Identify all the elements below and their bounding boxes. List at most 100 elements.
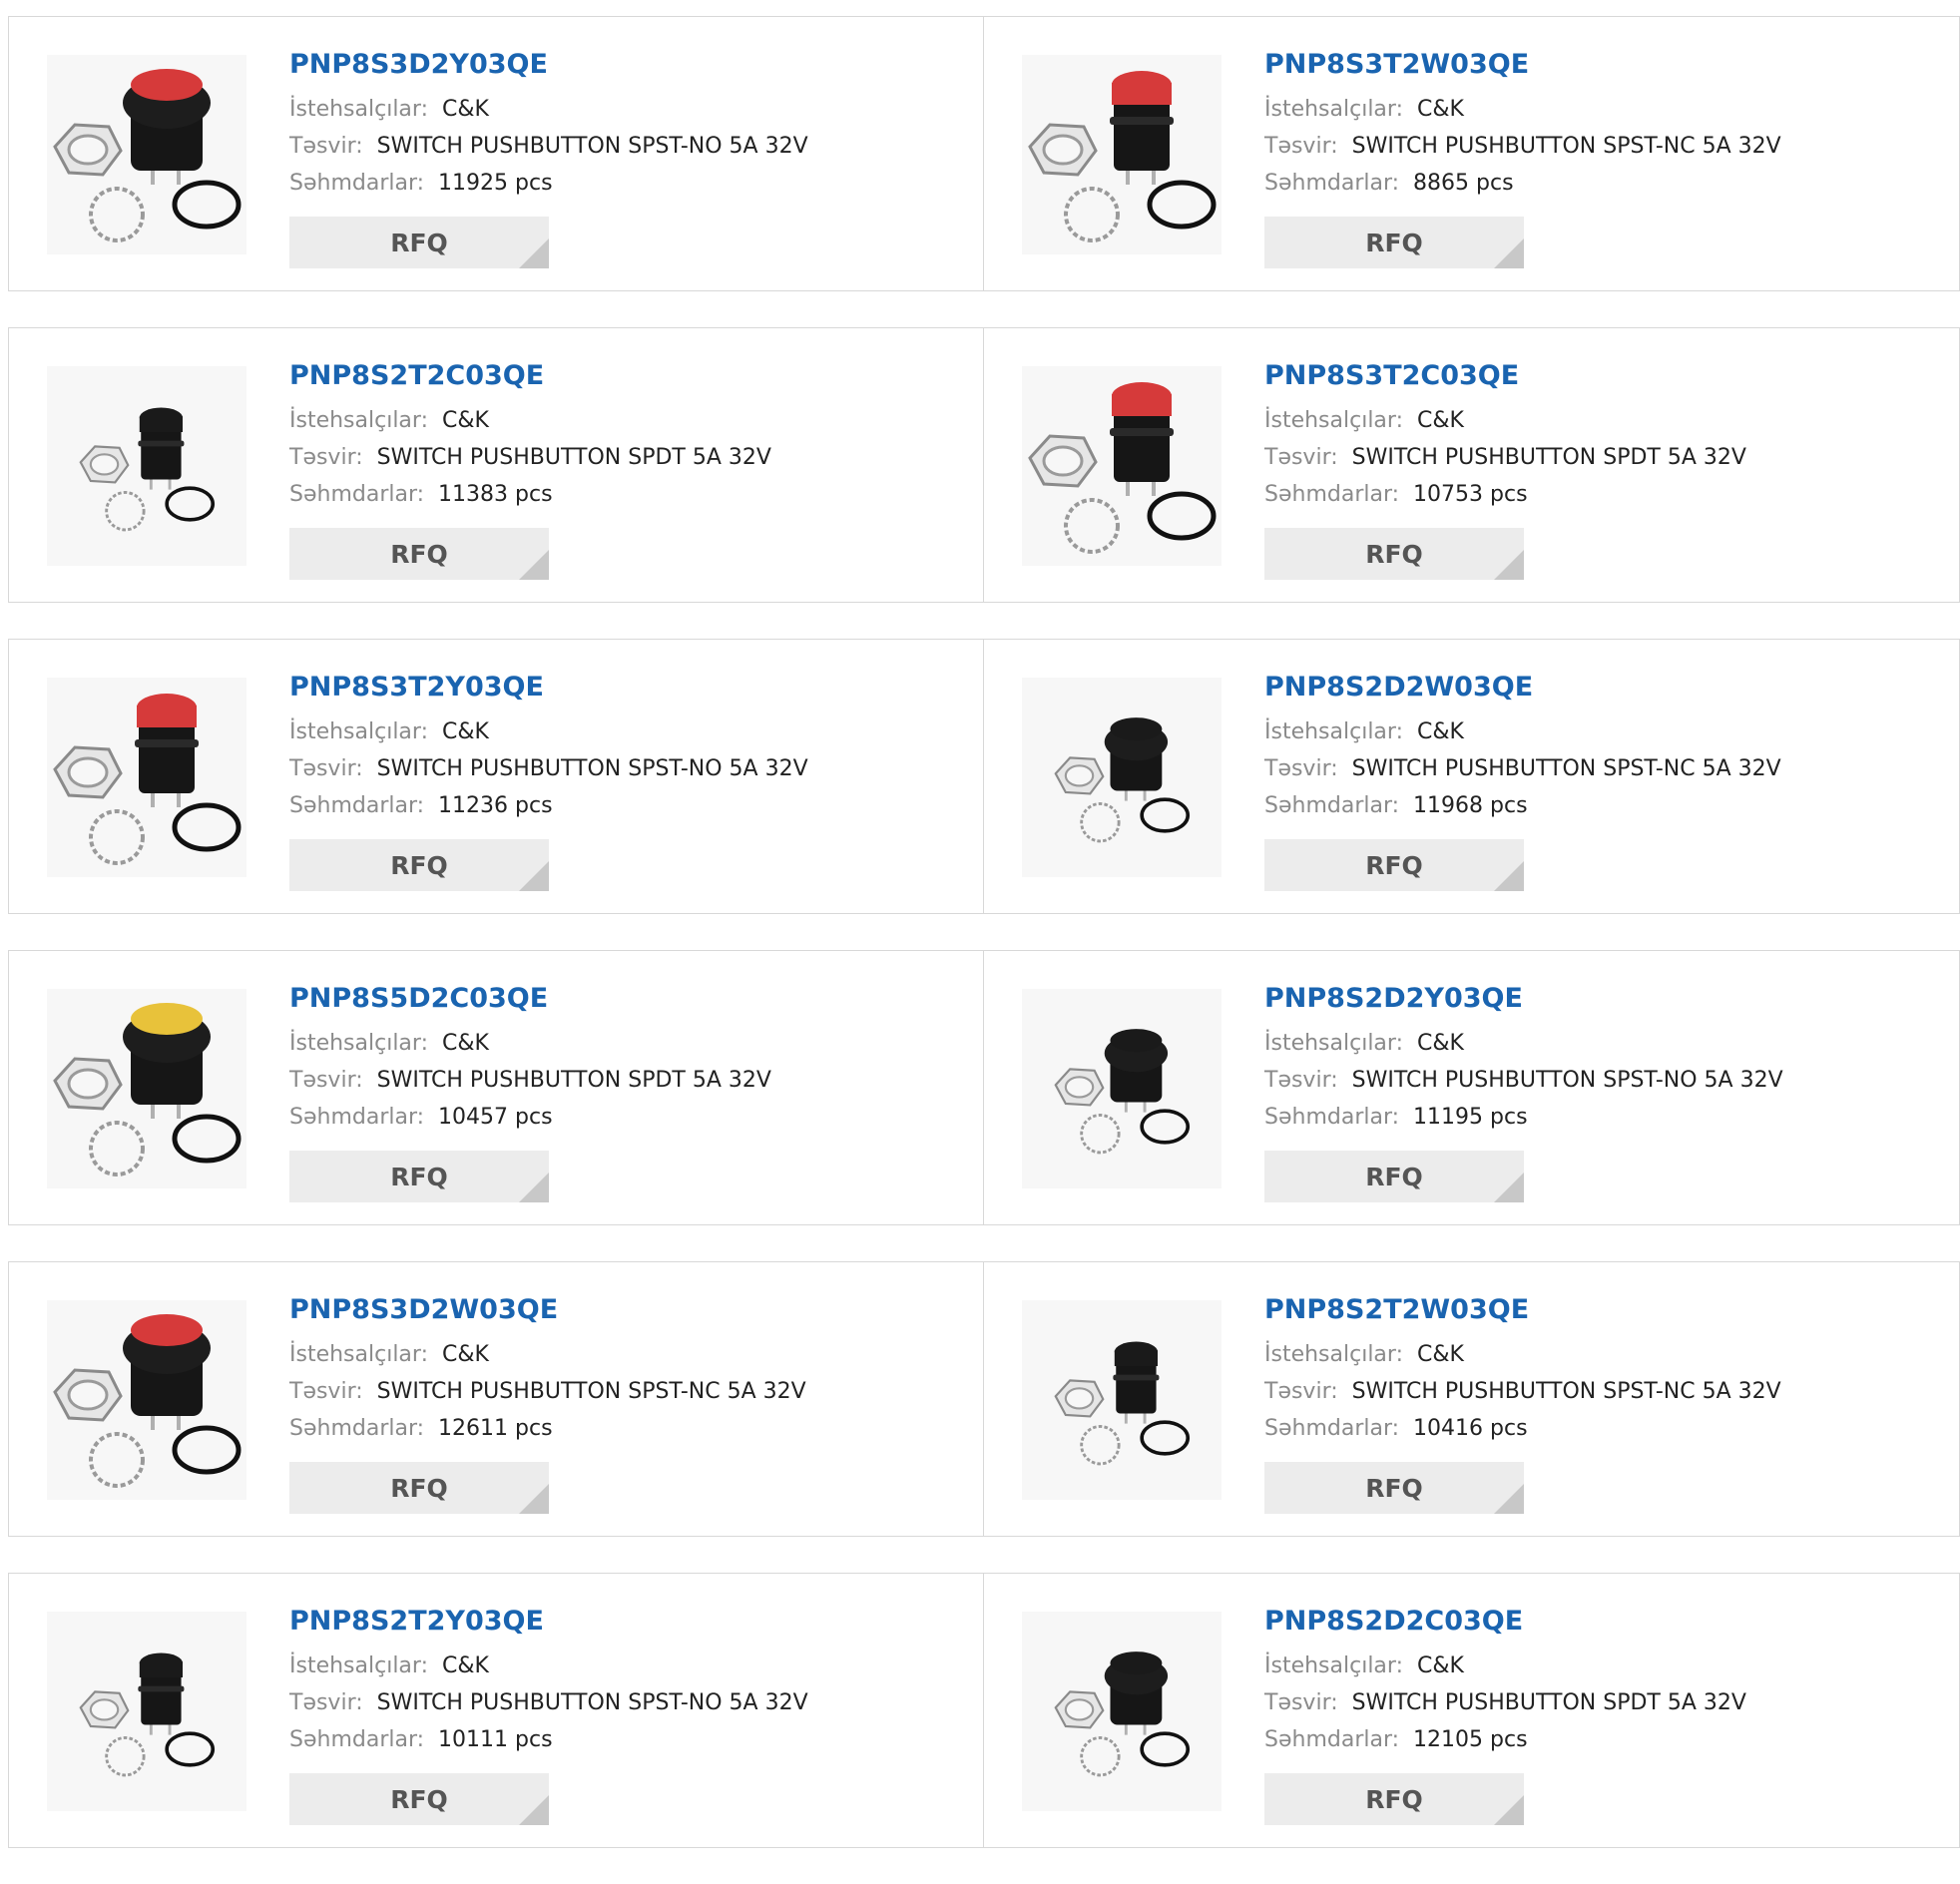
part-number-link[interactable]: PNP8S3D2W03QE	[289, 1292, 558, 1328]
product-card: PNP8S3T2W03QE İstehsalçılar: C&K Təsvir: S…	[984, 16, 1960, 291]
description-row: Təsvir: SWITCH PUSHBUTTON SPST-NC 5A 32V	[289, 1373, 973, 1410]
description-row: Təsvir: SWITCH PUSHBUTTON SPDT 5A 32V	[289, 1062, 973, 1099]
manufacturer-row: İstehsalçılar: C&K	[1264, 1336, 1949, 1373]
stock-row: Səhmdarlar: 10111 pcs	[289, 1721, 973, 1758]
rfq-button[interactable]: RFQ	[289, 1773, 549, 1825]
description-row: Təsvir: SWITCH PUSHBUTTON SPST-NO 5A 32V	[289, 750, 973, 787]
product-image[interactable]	[47, 55, 246, 254]
product-row: PNP8S2T2C03QE İstehsalçılar: C&K Təsvir: S…	[8, 327, 1960, 603]
stock-label: Səhmdarlar:	[289, 1416, 425, 1441]
part-number-link[interactable]: PNP8S2D2W03QE	[1264, 670, 1533, 706]
pushbutton-switch-icon	[1028, 71, 1217, 242]
description-row: Təsvir: SWITCH PUSHBUTTON SPST-NO 5A 32V	[1264, 1062, 1949, 1099]
pushbutton-switch-icon	[1054, 717, 1191, 843]
stock-value: 11925 pcs	[438, 171, 553, 196]
product-info: PNP8S3D2W03QE İstehsalçılar: C&K Təsvir: S…	[289, 1292, 973, 1447]
product-card: PNP8S3D2W03QE İstehsalçılar: C&K Təsvir: S…	[8, 1261, 984, 1537]
manufacturer-row: İstehsalçılar: C&K	[1264, 713, 1949, 750]
pushbutton-switch-icon	[53, 694, 242, 865]
product-card: PNP8S2T2W03QE İstehsalçılar: C&K Təsvir: S…	[984, 1261, 1960, 1537]
product-info: PNP8S2D2C03QE İstehsalçılar: C&K Təsvir: S…	[1264, 1604, 1949, 1758]
description-label: Təsvir:	[289, 445, 363, 470]
product-image[interactable]	[47, 678, 246, 877]
pushbutton-switch-icon	[53, 1003, 242, 1177]
rfq-button[interactable]: RFQ	[289, 217, 549, 268]
stock-value: 11968 pcs	[1413, 793, 1528, 818]
stock-label: Səhmdarlar:	[1264, 171, 1400, 196]
product-card: PNP8S2D2C03QE İstehsalçılar: C&K Təsvir: S…	[984, 1573, 1960, 1848]
manufacturer-row: İstehsalçılar: C&K	[1264, 1025, 1949, 1062]
stock-label: Səhmdarlar:	[289, 482, 425, 507]
product-image[interactable]	[1022, 366, 1222, 566]
part-number-link[interactable]: PNP8S2D2Y03QE	[1264, 981, 1523, 1017]
manufacturer-label: İstehsalçılar:	[289, 408, 428, 433]
rfq-button[interactable]: RFQ	[1264, 1151, 1524, 1202]
description-label: Təsvir:	[289, 1068, 363, 1093]
product-info: PNP8S2D2W03QE İstehsalçılar: C&K Təsvir: S…	[1264, 670, 1949, 824]
pushbutton-switch-icon	[53, 69, 242, 242]
stock-value: 12611 pcs	[438, 1416, 553, 1441]
product-image[interactable]	[1022, 1612, 1222, 1811]
part-number-link[interactable]: PNP8S2D2C03QE	[1264, 1604, 1523, 1640]
description-value: SWITCH PUSHBUTTON SPST-NC 5A 32V	[1351, 134, 1781, 159]
rfq-button[interactable]: RFQ	[1264, 528, 1524, 580]
product-info: PNP8S2D2Y03QE İstehsalçılar: C&K Təsvir: S…	[1264, 981, 1949, 1136]
part-number-link[interactable]: PNP8S2T2W03QE	[1264, 1292, 1529, 1328]
product-image[interactable]	[47, 989, 246, 1188]
part-number-link[interactable]: PNP8S3D2Y03QE	[289, 47, 548, 83]
description-value: SWITCH PUSHBUTTON SPDT 5A 32V	[376, 445, 771, 470]
product-card: PNP8S3T2Y03QE İstehsalçılar: C&K Təsvir: S…	[8, 639, 984, 914]
stock-row: Səhmdarlar: 12611 pcs	[289, 1410, 973, 1447]
product-image[interactable]	[1022, 1300, 1222, 1500]
product-card: PNP8S3D2Y03QE İstehsalçılar: C&K Təsvir: S…	[8, 16, 984, 291]
product-row: PNP8S3T2Y03QE İstehsalçılar: C&K Təsvir: S…	[8, 639, 1960, 914]
rfq-button[interactable]: RFQ	[289, 839, 549, 891]
manufacturer-row: İstehsalçılar: C&K	[1264, 1648, 1949, 1684]
product-image[interactable]	[1022, 989, 1222, 1188]
rfq-button[interactable]: RFQ	[1264, 1773, 1524, 1825]
stock-value: 10753 pcs	[1413, 482, 1528, 507]
description-value: SWITCH PUSHBUTTON SPDT 5A 32V	[1351, 1690, 1746, 1715]
manufacturer-label: İstehsalçılar:	[1264, 1031, 1403, 1056]
manufacturer-value: C&K	[441, 97, 489, 122]
manufacturer-label: İstehsalçılar:	[1264, 408, 1403, 433]
manufacturer-row: İstehsalçılar: C&K	[289, 402, 973, 439]
description-row: Təsvir: SWITCH PUSHBUTTON SPST-NC 5A 32V	[1264, 1373, 1949, 1410]
product-image[interactable]	[1022, 55, 1222, 254]
description-label: Təsvir:	[1264, 1690, 1338, 1715]
manufacturer-row: İstehsalçılar: C&K	[289, 713, 973, 750]
manufacturer-value: C&K	[441, 1342, 489, 1367]
manufacturer-label: İstehsalçılar:	[289, 1031, 428, 1056]
description-value: SWITCH PUSHBUTTON SPST-NC 5A 32V	[376, 1379, 806, 1404]
stock-label: Səhmdarlar:	[1264, 1105, 1400, 1130]
rfq-button[interactable]: RFQ	[1264, 839, 1524, 891]
part-number-link[interactable]: PNP8S5D2C03QE	[289, 981, 548, 1017]
rfq-button[interactable]: RFQ	[289, 1462, 549, 1514]
manufacturer-value: C&K	[1416, 1342, 1464, 1367]
rfq-button[interactable]: RFQ	[1264, 1462, 1524, 1514]
pushbutton-switch-icon	[53, 1314, 242, 1488]
product-image[interactable]	[1022, 678, 1222, 877]
manufacturer-label: İstehsalçılar:	[289, 719, 428, 744]
stock-row: Səhmdarlar: 12105 pcs	[1264, 1721, 1949, 1758]
product-image[interactable]	[47, 1300, 246, 1500]
pushbutton-switch-icon	[1054, 1651, 1191, 1777]
manufacturer-label: İstehsalçılar:	[1264, 1342, 1403, 1367]
stock-row: Səhmdarlar: 8865 pcs	[1264, 165, 1949, 202]
product-info: PNP8S3T2Y03QE İstehsalçılar: C&K Təsvir: S…	[289, 670, 973, 824]
product-row: PNP8S3D2Y03QE İstehsalçılar: C&K Təsvir: S…	[8, 16, 1960, 291]
product-image[interactable]	[47, 366, 246, 566]
rfq-button[interactable]: RFQ	[289, 528, 549, 580]
part-number-link[interactable]: PNP8S3T2W03QE	[1264, 47, 1529, 83]
product-image[interactable]	[47, 1612, 246, 1811]
rfq-button[interactable]: RFQ	[289, 1151, 549, 1202]
part-number-link[interactable]: PNP8S3T2Y03QE	[289, 670, 544, 706]
part-number-link[interactable]: PNP8S2T2Y03QE	[289, 1604, 544, 1640]
stock-label: Səhmdarlar:	[289, 1727, 425, 1752]
part-number-link[interactable]: PNP8S3T2C03QE	[1264, 358, 1519, 394]
pushbutton-switch-icon	[79, 407, 216, 532]
product-row: PNP8S2T2Y03QE İstehsalçılar: C&K Təsvir: S…	[8, 1573, 1960, 1848]
description-row: Təsvir: SWITCH PUSHBUTTON SPST-NO 5A 32V	[289, 1684, 973, 1721]
part-number-link[interactable]: PNP8S2T2C03QE	[289, 358, 544, 394]
rfq-button[interactable]: RFQ	[1264, 217, 1524, 268]
